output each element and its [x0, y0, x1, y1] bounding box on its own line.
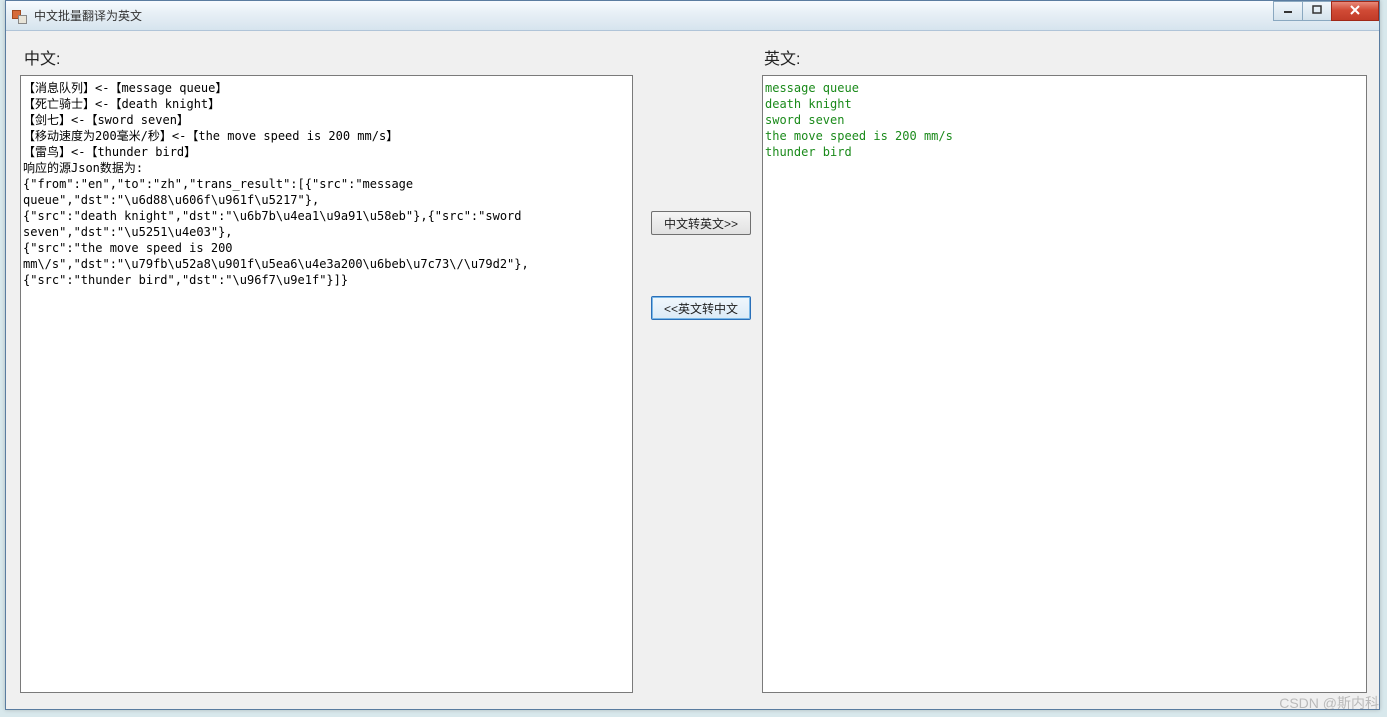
label-english: 英文: — [764, 45, 800, 69]
cn-to-en-button[interactable]: 中文转英文>> — [651, 211, 751, 235]
titlebar[interactable]: 中文批量翻译为英文 — [6, 1, 1379, 31]
minimize-button[interactable] — [1273, 1, 1303, 21]
english-textbox[interactable]: message queue death knight sword seven t… — [762, 75, 1367, 693]
minimize-icon — [1283, 5, 1293, 18]
app-window: 中文批量翻译为英文 中文: 英文: 【消息队列】<-【message queue… — [5, 0, 1380, 710]
en-to-cn-button[interactable]: <<英文转中文 — [651, 296, 751, 320]
client-area: 中文: 英文: 【消息队列】<-【message queue】 【死亡骑士】<-… — [6, 31, 1379, 709]
close-button[interactable] — [1331, 1, 1379, 21]
window-title: 中文批量翻译为英文 — [34, 7, 142, 24]
close-icon — [1349, 5, 1361, 18]
maximize-icon — [1312, 5, 1322, 18]
label-chinese: 中文: — [24, 45, 60, 69]
chinese-textbox[interactable]: 【消息队列】<-【message queue】 【死亡骑士】<-【death k… — [20, 75, 633, 693]
app-icon — [12, 8, 28, 24]
maximize-button[interactable] — [1302, 1, 1332, 21]
window-controls — [1274, 1, 1379, 23]
